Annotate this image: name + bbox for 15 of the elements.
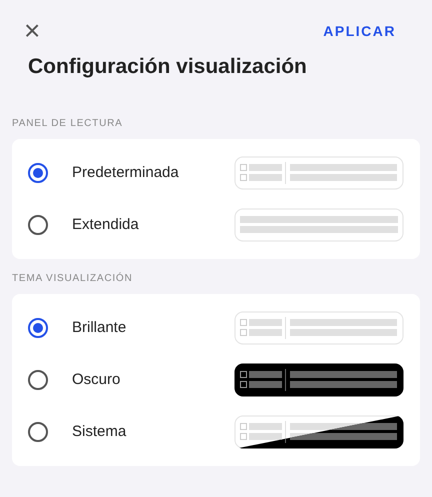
option-label: Extendida xyxy=(72,214,140,235)
radio-button[interactable] xyxy=(28,215,48,235)
option-label: Brillante xyxy=(72,318,128,338)
apply-button[interactable]: APLICAR xyxy=(315,16,404,46)
radio-button[interactable] xyxy=(28,318,48,338)
option-label: Sistema xyxy=(72,422,128,442)
section-label: TEMA VISUALIZACIÓN xyxy=(12,271,134,286)
option-label: Oscuro xyxy=(72,370,122,390)
section-label: PANEL DE LECTURA xyxy=(12,117,124,131)
radio-button[interactable] xyxy=(28,163,48,183)
dialog-title: Configuración visualización xyxy=(28,54,308,80)
close-button[interactable]: × xyxy=(20,17,44,45)
option-label: Predeterminada xyxy=(72,162,180,183)
radio-button[interactable] xyxy=(28,370,48,390)
radio-button[interactable] xyxy=(28,422,48,442)
